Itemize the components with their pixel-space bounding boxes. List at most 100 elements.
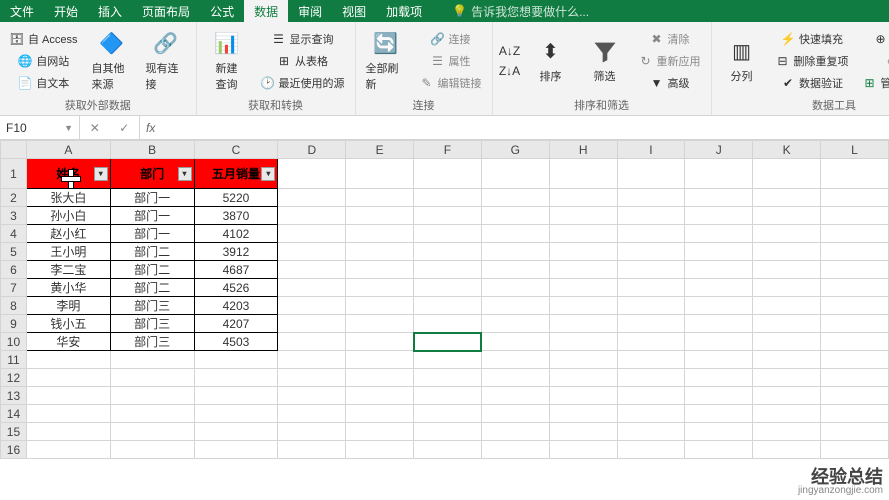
cell[interactable]: [194, 423, 278, 441]
cell[interactable]: [821, 405, 889, 423]
cell[interactable]: [821, 369, 889, 387]
existing-connections-button[interactable]: 🔗 现有连接: [142, 26, 190, 95]
from-text-button[interactable]: 📄自文本: [6, 73, 82, 93]
cell[interactable]: [346, 279, 414, 297]
cell[interactable]: 部门一: [110, 189, 194, 207]
cell[interactable]: [26, 405, 110, 423]
cell[interactable]: [753, 351, 821, 369]
cell[interactable]: [617, 369, 685, 387]
cell[interactable]: 李明: [26, 297, 110, 315]
row-header[interactable]: 9: [1, 315, 27, 333]
column-header[interactable]: E: [346, 141, 414, 159]
cell[interactable]: 4203: [194, 297, 278, 315]
cell[interactable]: [278, 333, 346, 351]
cell[interactable]: [821, 333, 889, 351]
cell[interactable]: [414, 405, 482, 423]
show-queries-button[interactable]: ☰显示查询: [257, 29, 349, 49]
cell[interactable]: 钱小五: [26, 315, 110, 333]
cell[interactable]: [346, 225, 414, 243]
cell[interactable]: [821, 207, 889, 225]
enter-formula-button[interactable]: ✓: [119, 121, 129, 135]
table-header-cell[interactable]: 姓名▾: [26, 159, 110, 189]
cell[interactable]: [414, 279, 482, 297]
cell[interactable]: [414, 159, 482, 189]
filter-button[interactable]: 筛选: [581, 26, 629, 95]
column-header[interactable]: B: [110, 141, 194, 159]
cell[interactable]: [753, 207, 821, 225]
cell[interactable]: [481, 387, 549, 405]
from-other-sources-button[interactable]: 🔷 自其他来源: [88, 26, 136, 95]
cell[interactable]: [346, 189, 414, 207]
cell[interactable]: [414, 387, 482, 405]
cell[interactable]: [685, 351, 753, 369]
cell[interactable]: [617, 159, 685, 189]
cell[interactable]: [26, 351, 110, 369]
cell[interactable]: [753, 159, 821, 189]
cell[interactable]: [685, 189, 753, 207]
cell[interactable]: 4687: [194, 261, 278, 279]
cell[interactable]: 4102: [194, 225, 278, 243]
cell[interactable]: [617, 243, 685, 261]
clear-filter-button[interactable]: ✖清除: [635, 29, 705, 49]
cell[interactable]: 赵小红: [26, 225, 110, 243]
cell[interactable]: [194, 441, 278, 459]
cell[interactable]: [549, 243, 617, 261]
cell[interactable]: [549, 423, 617, 441]
cell[interactable]: 张大白: [26, 189, 110, 207]
table-header-cell[interactable]: 部门▾: [110, 159, 194, 189]
row-header[interactable]: 13: [1, 387, 27, 405]
cell[interactable]: [194, 351, 278, 369]
cell[interactable]: [26, 423, 110, 441]
cell[interactable]: [481, 189, 549, 207]
cell[interactable]: [278, 297, 346, 315]
new-query-button[interactable]: 📊 新建 查询: [203, 26, 251, 95]
cell[interactable]: 部门一: [110, 207, 194, 225]
cell[interactable]: [753, 297, 821, 315]
cell[interactable]: [753, 441, 821, 459]
cell[interactable]: [414, 423, 482, 441]
column-header[interactable]: D: [278, 141, 346, 159]
cell[interactable]: [753, 279, 821, 297]
cell[interactable]: [617, 423, 685, 441]
cell[interactable]: [753, 225, 821, 243]
cell[interactable]: [753, 261, 821, 279]
cell[interactable]: [753, 387, 821, 405]
cell[interactable]: [549, 333, 617, 351]
column-header[interactable]: K: [753, 141, 821, 159]
cell[interactable]: [278, 315, 346, 333]
reapply-filter-button[interactable]: ↻重新应用: [635, 51, 705, 71]
cell[interactable]: [617, 387, 685, 405]
cell[interactable]: [549, 159, 617, 189]
cell[interactable]: [26, 369, 110, 387]
cell[interactable]: [549, 369, 617, 387]
sort-button[interactable]: ⬍ 排序: [527, 26, 575, 95]
cell[interactable]: [821, 279, 889, 297]
cell[interactable]: [414, 261, 482, 279]
cell[interactable]: [685, 387, 753, 405]
cell[interactable]: [481, 243, 549, 261]
cell[interactable]: [617, 225, 685, 243]
cell[interactable]: [346, 243, 414, 261]
cell[interactable]: [481, 279, 549, 297]
cancel-formula-button[interactable]: ✕: [90, 121, 100, 135]
cell[interactable]: [821, 243, 889, 261]
cell[interactable]: 部门二: [110, 243, 194, 261]
edit-links-button[interactable]: ✎编辑链接: [416, 73, 486, 93]
cell[interactable]: [549, 207, 617, 225]
column-header[interactable]: F: [414, 141, 482, 159]
row-header[interactable]: 8: [1, 297, 27, 315]
cell[interactable]: [26, 387, 110, 405]
formula-bar[interactable]: fx: [140, 116, 889, 139]
relations-button[interactable]: ∞关系: [859, 51, 889, 71]
cell[interactable]: [278, 225, 346, 243]
cell[interactable]: [346, 387, 414, 405]
cell[interactable]: [481, 207, 549, 225]
cell[interactable]: [346, 369, 414, 387]
cell[interactable]: [617, 315, 685, 333]
cell[interactable]: [346, 351, 414, 369]
cell[interactable]: [414, 297, 482, 315]
cell[interactable]: [753, 369, 821, 387]
column-header[interactable]: I: [617, 141, 685, 159]
cell[interactable]: [481, 261, 549, 279]
cell[interactable]: [278, 441, 346, 459]
